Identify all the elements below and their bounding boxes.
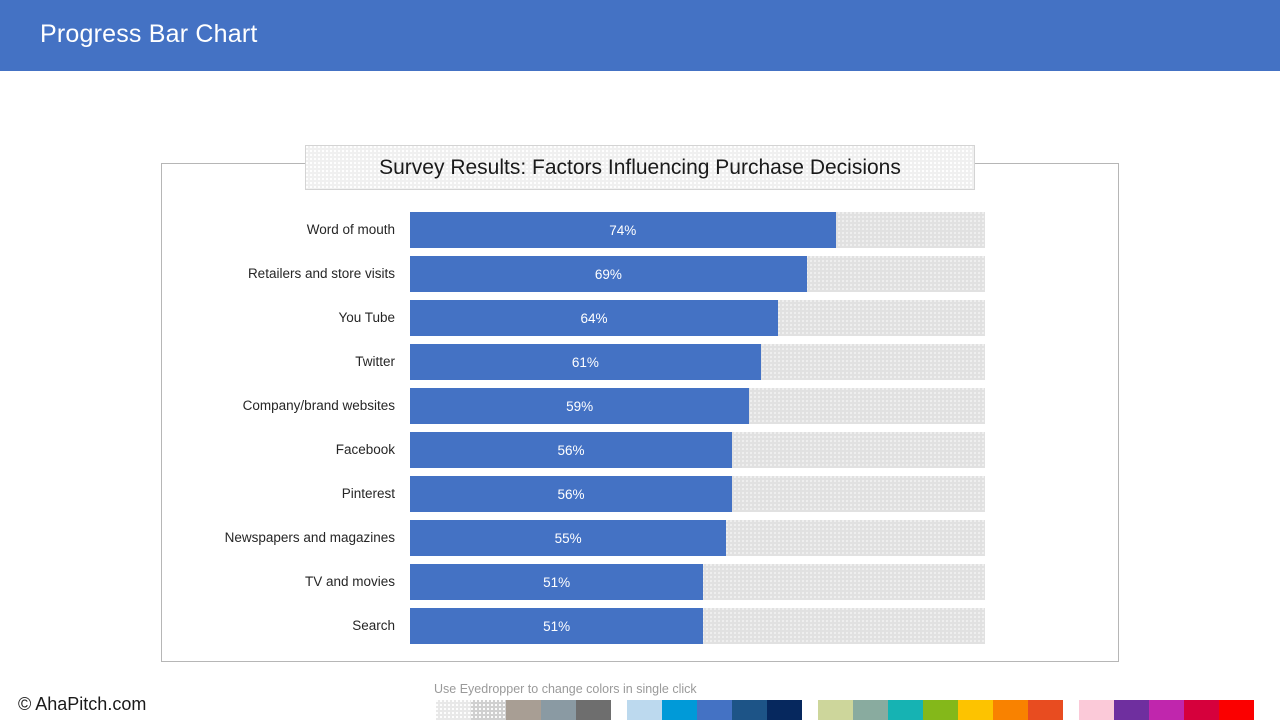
bar-value-label: 61% xyxy=(571,354,599,370)
color-swatch[interactable] xyxy=(471,700,506,720)
chart-title-box[interactable]: Survey Results: Factors Influencing Purc… xyxy=(305,145,975,190)
color-swatch[interactable] xyxy=(506,700,541,720)
bar-fill[interactable]: 61% xyxy=(410,344,761,380)
color-swatch[interactable] xyxy=(436,700,471,720)
bar-track: 55% xyxy=(410,520,985,556)
footer-credit: © AhaPitch.com xyxy=(18,694,147,714)
color-swatch[interactable] xyxy=(1028,700,1063,720)
color-swatch[interactable] xyxy=(662,700,697,720)
swatch-group-pinks-reds xyxy=(1079,700,1254,720)
bar-fill[interactable]: 55% xyxy=(410,520,727,556)
page-title: Progress Bar Chart xyxy=(40,20,258,48)
color-swatch[interactable] xyxy=(888,700,923,720)
color-palette xyxy=(436,700,1254,720)
header-band: Progress Bar Chart xyxy=(0,0,1280,71)
bar-row-label: Search xyxy=(352,618,395,633)
bar-value-label: 59% xyxy=(566,398,594,414)
bar-track: 69% xyxy=(410,256,985,292)
bar-fill[interactable]: 64% xyxy=(410,300,778,336)
bar-track: 51% xyxy=(410,608,985,644)
bar-row: Twitter 61% xyxy=(0,344,1280,380)
bar-value-label: 56% xyxy=(557,486,585,502)
bar-row-label: Facebook xyxy=(335,442,395,457)
color-swatch[interactable] xyxy=(818,700,853,720)
color-swatch[interactable] xyxy=(1184,700,1219,720)
color-swatch[interactable] xyxy=(1079,700,1114,720)
bar-row: Company/brand websites 59% xyxy=(0,388,1280,424)
bar-row: TV and movies 51% xyxy=(0,564,1280,600)
color-swatch[interactable] xyxy=(853,700,888,720)
color-swatch[interactable] xyxy=(1219,700,1254,720)
bar-value-label: 69% xyxy=(594,266,622,282)
bar-value-label: 64% xyxy=(580,310,608,326)
bar-row-label: Twitter xyxy=(355,354,395,369)
bar-value-label: 51% xyxy=(543,618,571,634)
bar-row-label: TV and movies xyxy=(304,574,395,589)
bar-value-label: 74% xyxy=(609,222,637,238)
bar-row-label: Company/brand websites xyxy=(242,398,395,413)
bar-fill[interactable]: 56% xyxy=(410,476,732,512)
swatch-group-greens-warms xyxy=(818,700,1063,720)
bar-fill[interactable]: 56% xyxy=(410,432,732,468)
bar-track: 61% xyxy=(410,344,985,380)
bar-track: 56% xyxy=(410,476,985,512)
bar-row: You Tube 64% xyxy=(0,300,1280,336)
color-swatch[interactable] xyxy=(627,700,662,720)
bar-track: 51% xyxy=(410,564,985,600)
bar-track: 74% xyxy=(410,212,985,248)
eyedropper-hint: Use Eyedropper to change colors in singl… xyxy=(434,682,697,696)
bar-track: 59% xyxy=(410,388,985,424)
bar-row: Pinterest 56% xyxy=(0,476,1280,512)
bar-track: 56% xyxy=(410,432,985,468)
bar-row: Newspapers and magazines 55% xyxy=(0,520,1280,556)
color-swatch[interactable] xyxy=(923,700,958,720)
bar-track: 64% xyxy=(410,300,985,336)
color-swatch[interactable] xyxy=(958,700,993,720)
bar-fill[interactable]: 51% xyxy=(410,608,704,644)
bar-row-label: You Tube xyxy=(338,310,395,325)
bar-row-label: Retailers and store visits xyxy=(247,266,395,281)
color-swatch[interactable] xyxy=(732,700,767,720)
bar-value-label: 55% xyxy=(554,530,582,546)
bar-row-label: Word of mouth xyxy=(306,222,395,237)
chart-title-text: Survey Results: Factors Influencing Purc… xyxy=(379,155,901,179)
bar-value-label: 56% xyxy=(557,442,585,458)
bar-fill[interactable]: 74% xyxy=(410,212,836,248)
color-swatch[interactable] xyxy=(1114,700,1149,720)
bar-row-label: Pinterest xyxy=(341,486,395,501)
bar-row: Word of mouth 74% xyxy=(0,212,1280,248)
bar-fill[interactable]: 69% xyxy=(410,256,807,292)
bar-chart-rows: Word of mouth 74% Retailers and store visi… xyxy=(0,212,1280,652)
color-swatch[interactable] xyxy=(576,700,611,720)
bar-fill[interactable]: 51% xyxy=(410,564,704,600)
swatch-group-blues xyxy=(627,700,802,720)
color-swatch[interactable] xyxy=(697,700,732,720)
color-swatch[interactable] xyxy=(767,700,802,720)
bar-value-label: 51% xyxy=(543,574,571,590)
bar-row: Retailers and store visits 69% xyxy=(0,256,1280,292)
bar-fill[interactable]: 59% xyxy=(410,388,750,424)
swatch-group-neutrals xyxy=(436,700,611,720)
color-swatch[interactable] xyxy=(993,700,1028,720)
bar-row: Facebook 56% xyxy=(0,432,1280,468)
color-swatch[interactable] xyxy=(541,700,576,720)
bar-row: Search 51% xyxy=(0,608,1280,644)
color-swatch[interactable] xyxy=(1149,700,1184,720)
bar-row-label: Newspapers and magazines xyxy=(224,530,395,545)
